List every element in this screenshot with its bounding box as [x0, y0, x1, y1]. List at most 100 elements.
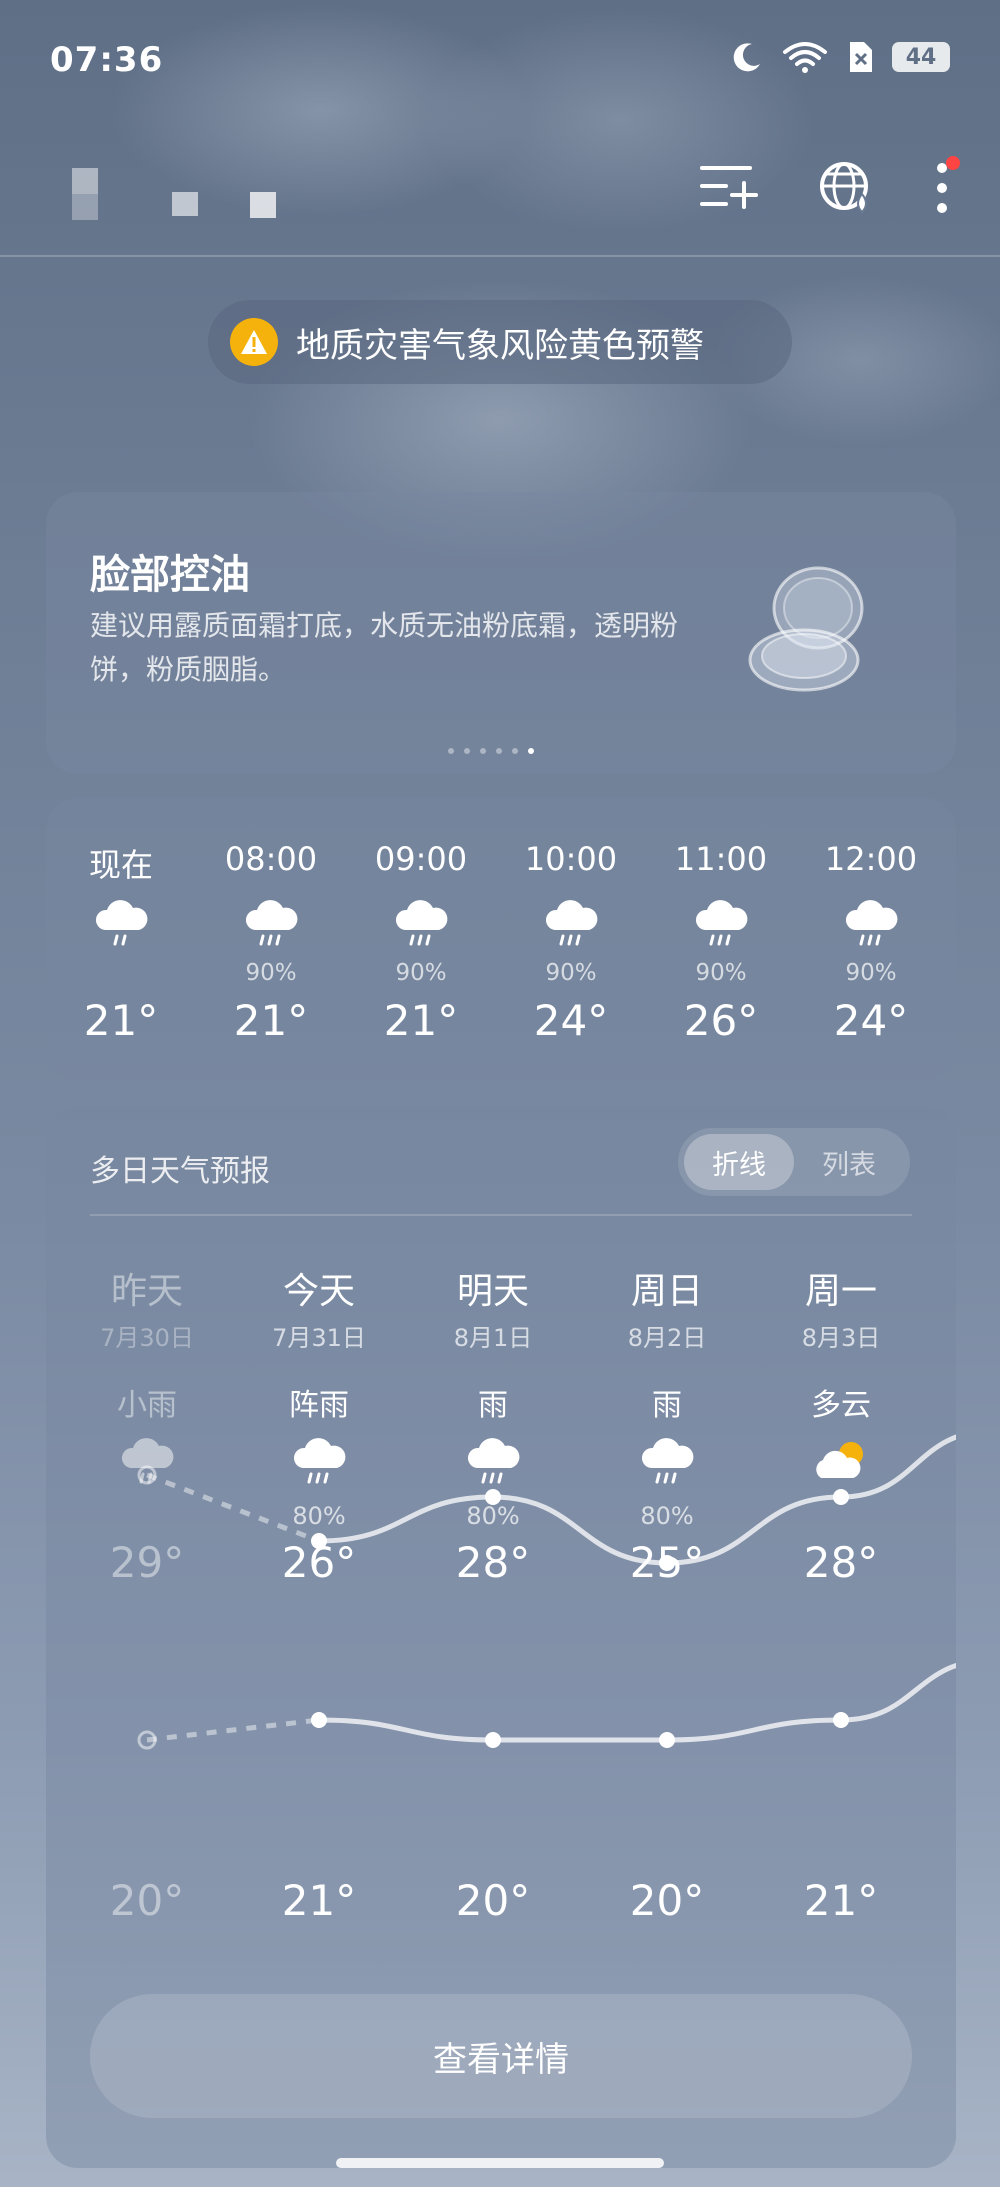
hour-temp: 21° — [83, 996, 159, 1045]
hour-time: 09:00 — [374, 840, 468, 878]
day-low: 21° — [281, 1876, 357, 1925]
day-pop: 80% — [466, 1502, 520, 1530]
low-temp-line — [318, 1662, 956, 1743]
day-low: 21° — [803, 1876, 879, 1925]
day-column-today[interactable]: 今天 7月31日 阵雨 80% 26° — [234, 1262, 404, 1587]
day-column-yesterday[interactable]: 昨天 7月30日 小雨 29° — [62, 1262, 232, 1587]
header-actions — [698, 156, 960, 220]
header — [0, 140, 1000, 257]
day-high: 28° — [455, 1538, 531, 1587]
day-condition: 小雨 — [117, 1388, 177, 1423]
hour-temp: 21° — [233, 996, 309, 1045]
hour-temp: 24° — [533, 996, 609, 1045]
hour-pop: 90% — [845, 960, 897, 986]
moon-icon — [733, 43, 760, 72]
partly-cloudy-icon — [756, 1434, 926, 1498]
city-manage-icon — [700, 166, 758, 209]
day-condition: 雨 — [478, 1388, 508, 1423]
low-temp-point — [137, 1730, 157, 1750]
hourly-forecast-card[interactable]: 现在 21° 08:00 90% 21° 09:00 90% 21° 10:00… — [46, 798, 956, 1080]
daily-forecast-card: 多日天气预报 折线 列表 昨天 7月30日 小雨 29° 今天 7月31日 阵雨… — [46, 1106, 956, 2168]
powder-compact-icon — [748, 566, 864, 692]
tip-description: 建议用露质面霜打底，水质无油粉底霜，透明粉饼，粉质胭脂。 — [90, 609, 679, 686]
hour-item: 现在 21° — [46, 840, 196, 1045]
status-bar: 07:36 44 — [0, 0, 1000, 120]
day-date: 8月1日 — [453, 1324, 533, 1352]
hour-time: 10:00 — [524, 840, 618, 878]
hour-item: 10:00 90% 24° — [496, 840, 646, 1045]
alert-text: 地质灾害气象风险黄色预警 — [296, 325, 704, 366]
low-temp-past-segment — [146, 1717, 320, 1743]
view-details-button[interactable]: 查看详情 — [90, 1994, 912, 2118]
city-manage-button[interactable] — [698, 162, 758, 218]
sim-off-icon — [850, 42, 872, 72]
rain-icon — [496, 896, 646, 956]
day-name: 周一 — [804, 1271, 877, 1312]
day-high: 28° — [803, 1538, 879, 1587]
rain-icon — [796, 896, 946, 956]
day-pop — [62, 1502, 232, 1538]
hour-item: 12:00 90% 24° — [796, 840, 946, 1045]
hour-time: 08:00 — [224, 840, 318, 878]
hour-pop: 90% — [395, 960, 447, 986]
daily-title: 多日天气预报 — [90, 1154, 270, 1189]
home-indicator[interactable] — [336, 2158, 664, 2168]
day-pop: 80% — [292, 1502, 346, 1530]
hour-temp: 26° — [683, 996, 759, 1045]
globe-button[interactable] — [818, 160, 874, 220]
toggle-line-view[interactable]: 折线 — [684, 1134, 794, 1190]
low-temp-point — [659, 1732, 675, 1748]
notification-dot — [946, 156, 960, 170]
weather-alert-pill[interactable]: 地质灾害气象风险黄色预警 — [208, 300, 792, 384]
day-pop — [756, 1502, 926, 1538]
hour-pop: 90% — [245, 960, 297, 986]
view-toggle: 折线 列表 — [678, 1128, 910, 1196]
warning-icon — [230, 318, 278, 366]
day-date: 7月30日 — [100, 1324, 194, 1352]
hour-pop: 90% — [695, 960, 747, 986]
day-date: 8月3日 — [801, 1324, 881, 1352]
day-low: 20° — [629, 1876, 705, 1925]
day-date: 8月2日 — [627, 1324, 707, 1352]
wifi-icon — [783, 42, 827, 73]
hour-temp: 21° — [383, 996, 459, 1045]
day-low: 20° — [109, 1876, 185, 1925]
hour-time: 12:00 — [824, 840, 918, 878]
hour-pop: 90% — [545, 960, 597, 986]
rain-icon — [646, 896, 796, 956]
hour-item: 11:00 90% 26° — [646, 840, 796, 1045]
rain-icon — [408, 1434, 578, 1498]
globe-icon — [820, 162, 868, 214]
day-column-sunday[interactable]: 周日 8月2日 雨 80% 25° — [582, 1262, 752, 1587]
day-high: 25° — [629, 1538, 705, 1587]
day-pop: 80% — [640, 1502, 694, 1530]
low-temp-point — [833, 1712, 849, 1728]
day-name: 周日 — [630, 1271, 703, 1312]
hour-pop — [46, 960, 196, 994]
more-button[interactable] — [934, 156, 960, 220]
day-name: 明天 — [456, 1271, 529, 1312]
light-rain-icon — [62, 1434, 232, 1498]
day-condition: 雨 — [652, 1388, 682, 1423]
day-high: 26° — [281, 1538, 357, 1587]
battery-icon: 44 — [892, 42, 950, 72]
shower-icon — [234, 1434, 404, 1498]
day-date: 7月31日 — [272, 1324, 366, 1352]
hour-item: 09:00 90% 21° — [346, 840, 496, 1045]
hour-time: 11:00 — [674, 840, 768, 878]
day-column-tomorrow[interactable]: 明天 8月1日 雨 80% 28° — [408, 1262, 578, 1587]
hour-time: 现在 — [88, 846, 153, 884]
toggle-list-view[interactable]: 列表 — [794, 1134, 904, 1190]
day-low: 20° — [455, 1876, 531, 1925]
status-icons: 44 — [730, 40, 950, 74]
rain-icon — [582, 1434, 752, 1498]
rain-icon — [196, 896, 346, 956]
status-time: 07:36 — [50, 40, 164, 80]
day-column-monday[interactable]: 周一 8月3日 多云 28° — [756, 1262, 926, 1587]
hour-temp: 24° — [833, 996, 909, 1045]
hour-item: 08:00 90% 21° — [196, 840, 346, 1045]
day-high: 29° — [109, 1538, 185, 1587]
life-tip-card[interactable]: 脸部控油 建议用露质面霜打底，水质无油粉底霜，透明粉饼，粉质胭脂。 — [46, 492, 956, 774]
rain-icon — [46, 896, 196, 956]
city-name-redacted — [72, 168, 292, 238]
